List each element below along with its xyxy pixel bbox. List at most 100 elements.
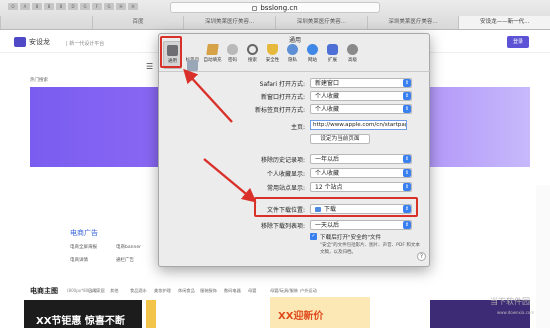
pref-tab-2[interactable]: 自动填充 bbox=[203, 41, 222, 69]
pref-tab-5[interactable]: 安全性 bbox=[263, 41, 282, 69]
set-current-page-button[interactable]: 设定为当前页面 bbox=[310, 134, 370, 144]
pref-tab-label: 搜索 bbox=[248, 58, 257, 63]
category-9[interactable]: 户外运动 bbox=[300, 288, 317, 294]
hero-prev-arrow-icon[interactable]: ‹ bbox=[10, 141, 22, 153]
bookmark-9[interactable]: H bbox=[116, 3, 126, 10]
category-6[interactable]: 数码电器 bbox=[224, 288, 241, 294]
category-5[interactable]: 服装服饰 bbox=[200, 288, 217, 294]
pref-tab-9[interactable]: 高级 bbox=[343, 41, 362, 69]
bookmark-1[interactable]: A bbox=[20, 3, 30, 10]
bookmark-5[interactable]: D bbox=[68, 3, 78, 10]
extensions-icon bbox=[327, 44, 338, 55]
chevron-updown-icon: ⇕ bbox=[403, 79, 411, 87]
right-rail bbox=[536, 185, 550, 328]
screenshot-root: OABBBDGFGHH bsslong.cn 百度 深圳美莱医疗美容... 深圳美莱… bbox=[0, 0, 550, 328]
security-icon bbox=[267, 44, 278, 55]
top-sites-value: 12 个站点 bbox=[315, 184, 343, 191]
chevron-updown-icon: ⇕ bbox=[403, 183, 411, 191]
watermark-url: www.downxia.com bbox=[497, 310, 535, 315]
bookmark-3[interactable]: B bbox=[44, 3, 54, 10]
category-4[interactable]: 休闲食品 bbox=[178, 288, 195, 294]
link-detail[interactable]: 电商详情 bbox=[70, 257, 88, 263]
category-2[interactable]: 食品酒水 bbox=[130, 288, 147, 294]
category-7[interactable]: 母婴 bbox=[248, 288, 256, 294]
open-safe-files-note: "安全"的文件包括影片、图片、声音、PDF 和文本文稿，以及归档。 bbox=[320, 243, 420, 255]
browser-tab-0[interactable] bbox=[0, 16, 92, 29]
pref-tab-4[interactable]: 搜索 bbox=[243, 41, 262, 69]
url-text: bsslong.cn bbox=[260, 4, 298, 12]
link-ecommerce-banner[interactable]: 电商banner bbox=[116, 244, 141, 250]
tab-strip: 百度 深圳美莱医疗美容... 深圳美莱医疗美容... 深圳美莱医疗美容... 安设龙——… bbox=[0, 16, 550, 29]
toolbar-divider bbox=[159, 71, 431, 72]
browser-tab-3[interactable]: 深圳美莱医疗美容... bbox=[275, 16, 367, 29]
safari-open-select[interactable]: 新建窗口 ⇕ bbox=[310, 78, 412, 88]
browser-tab-2[interactable]: 深圳美莱医疗美容... bbox=[183, 16, 275, 29]
login-button[interactable]: 登录 bbox=[507, 36, 529, 48]
favorites-select[interactable]: 个人收藏 ⇕ bbox=[310, 168, 412, 178]
bookmarks-bar: OABBBDGFGHH bbox=[8, 3, 138, 10]
browser-tab-5[interactable]: 安设龙——新一代... bbox=[458, 16, 550, 29]
logo-text: 安设龙 bbox=[29, 38, 50, 46]
browser-tab-1[interactable]: 百度 bbox=[91, 16, 184, 29]
globe-icon bbox=[307, 44, 318, 55]
bookmark-8[interactable]: G bbox=[104, 3, 114, 10]
pref-tab-label: 隐私 bbox=[288, 58, 297, 63]
pref-tab-label: 安全性 bbox=[265, 58, 280, 63]
link-banner-ad[interactable]: 通栏广告 bbox=[116, 257, 134, 263]
gear-icon bbox=[347, 44, 358, 55]
pref-tab-3[interactable]: 密码 bbox=[223, 41, 242, 69]
bookmark-2[interactable]: B bbox=[32, 3, 42, 10]
tile-1[interactable]: XX节钜惠 惊喜不断 bbox=[24, 300, 142, 328]
autofill-icon bbox=[206, 44, 219, 55]
new-window-label: 新窗口打开方式: bbox=[260, 94, 305, 101]
tabs-icon bbox=[187, 60, 198, 71]
section-title: 电商广告 bbox=[70, 229, 98, 237]
bookmark-6[interactable]: G bbox=[80, 3, 90, 10]
help-button[interactable]: ? bbox=[417, 252, 426, 261]
privacy-icon bbox=[287, 44, 298, 55]
menu-icon[interactable]: ☰ bbox=[146, 62, 153, 71]
bookmark-0[interactable]: O bbox=[8, 3, 18, 10]
top-sites-label: 常用站点显示: bbox=[266, 185, 305, 192]
remove-downloads-label: 移除下载列表项: bbox=[260, 223, 305, 230]
pref-tab-label: 扩展 bbox=[328, 58, 337, 63]
browser-tab-4[interactable]: 深圳美莱医疗美容... bbox=[366, 16, 459, 29]
favorites-label: 个人收藏显示: bbox=[266, 171, 305, 178]
new-tab-label: 新标签页打开方式: bbox=[254, 107, 305, 114]
open-safe-files-label: 下载后打开"安全的"文件 bbox=[320, 235, 382, 241]
favorites-value: 个人收藏 bbox=[315, 170, 340, 177]
category-0[interactable]: 日用家居 bbox=[88, 288, 105, 294]
pref-tab-1[interactable]: 标签页 bbox=[183, 41, 202, 71]
watermark: 当下软件园 bbox=[490, 297, 530, 306]
browser-chrome: OABBBDGFGHH bsslong.cn 百度 深圳美莱医疗美容... 深圳美莱… bbox=[0, 0, 550, 30]
tile-3-text: XX迎新价 bbox=[278, 311, 324, 322]
chevron-updown-icon: ⇕ bbox=[403, 155, 411, 163]
category-3[interactable]: 美妆护理 bbox=[154, 288, 171, 294]
tile-3[interactable]: XX迎新价 bbox=[270, 297, 370, 328]
pref-tab-6[interactable]: 隐私 bbox=[283, 41, 302, 69]
bookmark-7[interactable]: F bbox=[92, 3, 102, 10]
homepage-field[interactable]: http://www.apple.com/cn/startpage/ bbox=[310, 120, 407, 130]
new-window-value: 个人收藏 bbox=[315, 93, 340, 100]
pref-tab-8[interactable]: 扩展 bbox=[323, 41, 342, 69]
safari-open-value: 新建窗口 bbox=[315, 80, 340, 87]
top-sites-select[interactable]: 12 个站点 ⇕ bbox=[310, 182, 412, 192]
new-tab-select[interactable]: 个人收藏 ⇕ bbox=[310, 104, 412, 114]
bookmark-10[interactable]: H bbox=[128, 3, 138, 10]
history-select[interactable]: 一年以后 ⇕ bbox=[310, 154, 412, 164]
new-window-select[interactable]: 个人收藏 ⇕ bbox=[310, 91, 412, 101]
bookmark-4[interactable]: B bbox=[56, 3, 66, 10]
open-safe-files-checkbox[interactable]: ✓ bbox=[310, 233, 317, 240]
chevron-updown-icon: ⇕ bbox=[403, 105, 411, 113]
category-8[interactable]: 母婴/玩具/服装 bbox=[270, 288, 298, 294]
address-bar[interactable]: bsslong.cn bbox=[170, 2, 380, 13]
remove-downloads-select[interactable]: 一天以后 ⇕ bbox=[310, 220, 412, 230]
category-1[interactable]: 其他 bbox=[110, 288, 118, 294]
link-fullscreen-poster[interactable]: 电商全屏海报 bbox=[70, 244, 97, 250]
pref-tab-7[interactable]: 网站 bbox=[303, 41, 322, 69]
tile-2-edge[interactable] bbox=[146, 300, 156, 328]
key-icon bbox=[227, 44, 238, 55]
site-logo[interactable]: 安设龙 bbox=[14, 37, 50, 47]
pref-tab-label: 密码 bbox=[228, 58, 237, 63]
chevron-updown-icon: ⇕ bbox=[403, 221, 411, 229]
